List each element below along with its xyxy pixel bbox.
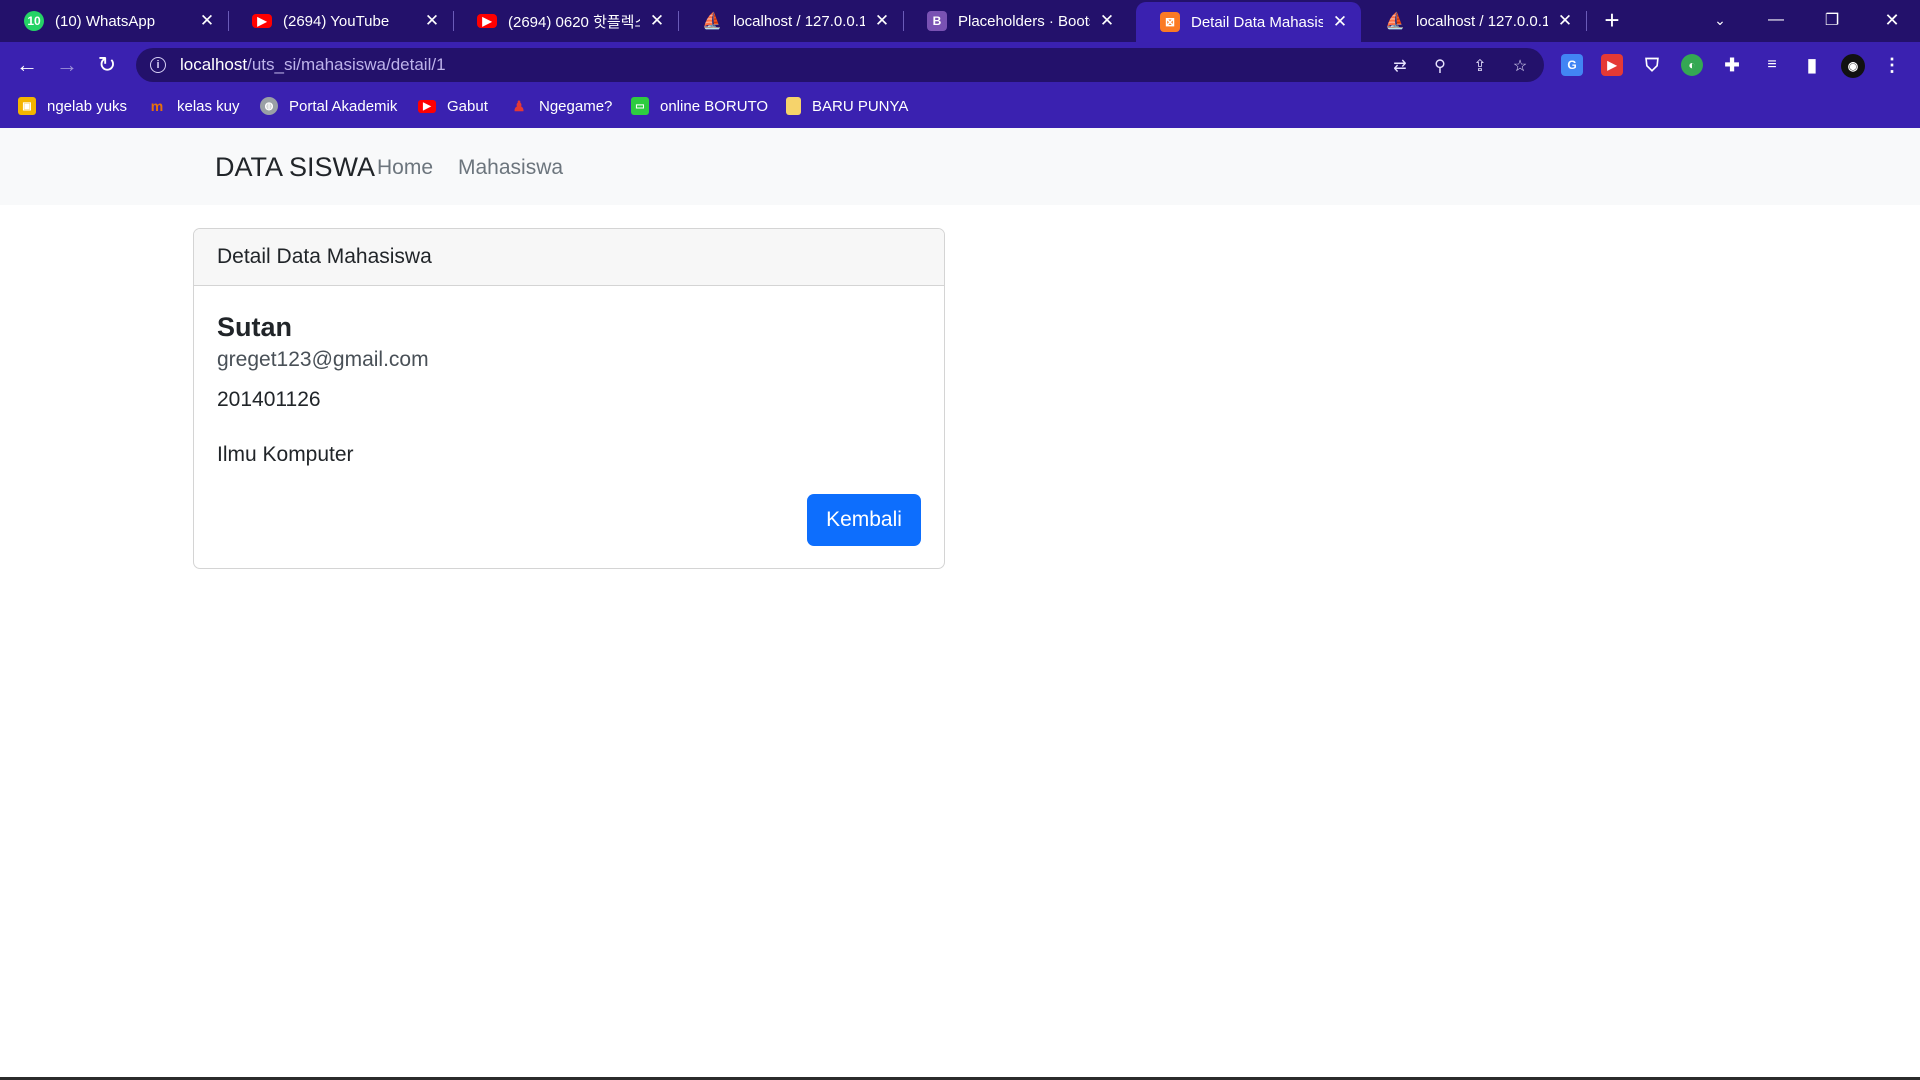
restore-icon[interactable]: ❐	[1804, 0, 1860, 40]
tab-youtube-video[interactable]: ▶ (2694) 0620 핫플렉스 ✕	[453, 0, 678, 42]
tab-whatsapp[interactable]: 10 (10) WhatsApp ✕	[0, 0, 228, 42]
game-icon: ♟	[512, 97, 526, 114]
google-translate-extension-icon[interactable]: G	[1561, 54, 1583, 76]
bookmark-online-boruto[interactable]: ▭ online BORUTO	[631, 88, 768, 124]
detail-card: Detail Data Mahasiswa Sutan greget123@gm…	[193, 228, 945, 569]
address-bar[interactable]: i localhost/uts_si/mahasiswa/detail/1 ⇄ …	[136, 48, 1544, 82]
bookmark-label: Gabut	[447, 97, 488, 115]
bookmark-ngegame[interactable]: ♟ Ngegame?	[510, 88, 613, 124]
close-icon[interactable]: ✕	[1096, 10, 1118, 32]
globe-icon: ◍	[260, 97, 278, 115]
youtube-icon: ▶	[418, 99, 436, 113]
bookmark-label: online BORUTO	[660, 97, 769, 115]
bookmark-kelas-kuy[interactable]: m kelas kuy	[148, 88, 240, 124]
student-jurusan: Ilmu Komputer	[217, 443, 354, 466]
folder-icon	[786, 97, 801, 115]
minimize-icon[interactable]: —	[1748, 0, 1804, 40]
reading-list-icon[interactable]: ≡	[1761, 54, 1783, 76]
student-name: Sutan	[217, 312, 293, 342]
share-icon[interactable]: ⇪	[1470, 56, 1490, 76]
tab-title: (2694) 0620 핫플렉스	[508, 13, 640, 31]
menu-kebab-icon[interactable]: ⋮	[1881, 54, 1903, 76]
shield-icon[interactable]: ⛉	[1641, 54, 1663, 76]
url-host: localhost	[180, 55, 248, 74]
bookmark-label: kelas kuy	[177, 97, 240, 115]
tab-phpmyadmin-2[interactable]: ⛵ localhost / 127.0.0.1 / ✕	[1361, 0, 1586, 42]
tab-title: localhost / 127.0.0.1 /	[1416, 12, 1548, 30]
phpmyadmin-icon: ⛵	[1385, 13, 1405, 30]
close-icon[interactable]: ✕	[196, 10, 218, 32]
new-tab-button[interactable]: +	[1598, 7, 1626, 35]
tab-youtube[interactable]: ▶ (2694) YouTube ✕	[228, 0, 453, 42]
back-icon[interactable]: ←	[12, 50, 42, 80]
close-window-icon[interactable]: ✕	[1864, 0, 1920, 40]
tab-title: (10) WhatsApp	[55, 12, 156, 30]
close-icon[interactable]: ✕	[646, 10, 668, 32]
tab-title: localhost / 127.0.0.1 /	[733, 12, 865, 30]
forward-icon[interactable]: →	[52, 50, 82, 80]
nav-link-home[interactable]: Home	[377, 156, 433, 180]
reload-icon[interactable]: ↻	[92, 50, 122, 80]
student-nim: 201401126	[217, 388, 321, 411]
bookmark-label: Ngegame?	[539, 97, 613, 115]
tab-bootstrap[interactable]: B Placeholders · Bootstr ✕	[903, 0, 1128, 42]
browser-toolbar: ← → ↻ i localhost/uts_si/mahasiswa/detai…	[0, 42, 1920, 88]
bookmark-label: ngelab yuks	[47, 97, 128, 115]
close-icon[interactable]: ✕	[871, 10, 893, 32]
tv-icon: ▭	[631, 97, 649, 115]
bootstrap-icon: B	[927, 11, 947, 31]
bookmark-star-icon[interactable]: ☆	[1510, 56, 1530, 76]
bookmark-label: BARU PUNYA	[812, 97, 909, 115]
card-header: Detail Data Mahasiswa	[194, 229, 944, 286]
close-icon[interactable]: ✕	[1329, 11, 1351, 33]
zoom-icon[interactable]: ⚲	[1430, 56, 1450, 76]
extension-globe-icon[interactable]: ◐	[1681, 54, 1703, 76]
bookmarks-bar: ▣ ngelab yuks m kelas kuy ◍ Portal Akade…	[0, 88, 1920, 128]
nav-link-mahasiswa[interactable]: Mahasiswa	[458, 156, 563, 180]
site-info-icon[interactable]: i	[150, 57, 166, 73]
tab-strip: 10 (10) WhatsApp ✕ ▶ (2694) YouTube ✕ ▶ …	[0, 0, 1920, 42]
tab-search-icon[interactable]: ⌄	[1692, 0, 1748, 40]
url-path: /uts_si/mahasiswa/detail/1	[247, 55, 446, 74]
tab-detail-data-mahasiswa[interactable]: ⊠ Detail Data Mahasisw ✕	[1136, 2, 1361, 42]
bookmark-label: Portal Akademik	[289, 97, 398, 115]
bookmark-gabut[interactable]: ▶ Gabut	[418, 88, 488, 124]
bookmark-ngelab-yuks[interactable]: ▣ ngelab yuks	[18, 88, 127, 124]
tab-title: Placeholders · Bootstr	[958, 12, 1090, 30]
whatsapp-icon: 10	[24, 11, 44, 31]
close-icon[interactable]: ✕	[421, 10, 443, 32]
tab-phpmyadmin[interactable]: ⛵ localhost / 127.0.0.1 / ✕	[678, 0, 903, 42]
translate-icon[interactable]: ⇄	[1390, 56, 1410, 76]
tab-title: (2694) YouTube	[283, 12, 390, 30]
extensions-puzzle-icon[interactable]: ✚	[1721, 54, 1743, 76]
close-icon[interactable]: ✕	[1554, 10, 1576, 32]
profile-avatar[interactable]: ◉	[1841, 54, 1865, 78]
xampp-icon: ⊠	[1160, 12, 1180, 32]
m-logo-icon: m	[150, 98, 164, 114]
bookmark-baru-punya[interactable]: BARU PUNYA	[786, 88, 908, 124]
tab-title: Detail Data Mahasisw	[1191, 13, 1323, 31]
phpmyadmin-icon: ⛵	[702, 13, 722, 30]
classroom-icon: ▣	[18, 97, 36, 115]
youtube-icon: ▶	[252, 14, 272, 28]
student-email: greget123@gmail.com	[217, 348, 429, 371]
bookmark-portal-akademik[interactable]: ◍ Portal Akademik	[260, 88, 397, 124]
navbar-brand[interactable]: DATA SISWA	[215, 152, 375, 183]
side-panel-icon[interactable]: ▮	[1801, 54, 1823, 76]
kembali-button[interactable]: Kembali	[807, 494, 921, 546]
extension-red-icon[interactable]: ▶	[1601, 54, 1623, 76]
page-navbar: DATA SISWA Home Mahasiswa	[0, 128, 1920, 205]
youtube-icon: ▶	[477, 14, 497, 28]
